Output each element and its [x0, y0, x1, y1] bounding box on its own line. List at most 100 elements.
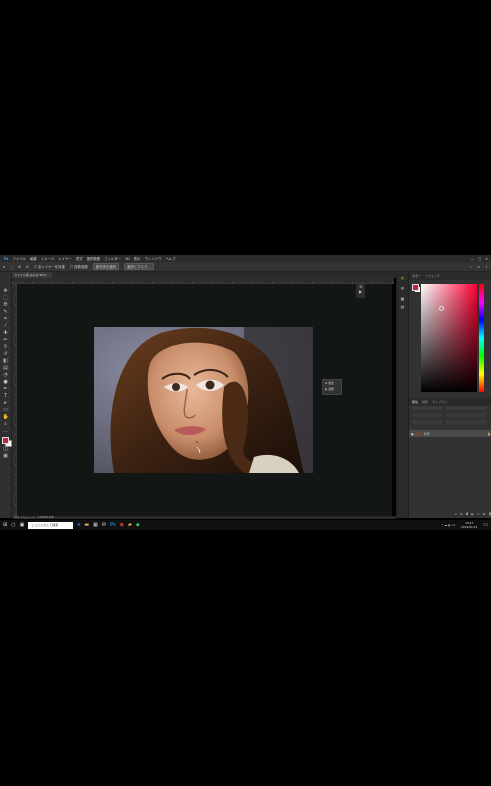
- zoom-tool-icon[interactable]: ⌕: [3, 421, 9, 427]
- opacity-field[interactable]: [446, 413, 487, 417]
- eye-icon[interactable]: ●: [411, 432, 414, 436]
- screen-mode-icon[interactable]: ▣: [3, 453, 9, 459]
- fg-bg-indicator[interactable]: [412, 284, 420, 292]
- marquee-tool-icon[interactable]: ⬚: [3, 295, 9, 301]
- history-brush-icon[interactable]: ↺: [3, 351, 9, 357]
- hue-slider[interactable]: [479, 284, 484, 392]
- system-tray[interactable]: ⌃ ☁ ▮ ♪ A: [441, 523, 455, 527]
- layers-panel-icon[interactable]: ▤: [397, 304, 408, 309]
- gradient-tool-icon[interactable]: ▤: [3, 365, 9, 371]
- mail-icon[interactable]: ✉: [102, 522, 106, 528]
- new-group-icon[interactable]: ▭: [477, 512, 480, 517]
- tab-libraries[interactable]: ライブラリ: [432, 400, 447, 404]
- menu-layer[interactable]: レイヤー: [58, 256, 71, 261]
- clock[interactable]: 16:47 2019/01/15: [459, 521, 479, 529]
- file-explorer-icon[interactable]: ▬: [84, 522, 89, 528]
- workspace-icon[interactable]: ▭: [477, 265, 480, 269]
- eyedropper-tool-icon[interactable]: ⁄: [3, 323, 9, 329]
- chrome-icon[interactable]: ◉: [120, 522, 124, 528]
- foreground-color[interactable]: [1, 437, 9, 444]
- menu-help[interactable]: ヘルプ: [166, 256, 176, 261]
- hand-tool-icon[interactable]: ✋: [3, 414, 9, 420]
- photoshop-taskbar-icon[interactable]: Ps: [110, 522, 116, 528]
- select-subject-button[interactable]: 被写体を選択: [92, 263, 119, 270]
- menu-view[interactable]: 表示: [134, 256, 141, 261]
- menu-type[interactable]: 書式: [76, 256, 83, 261]
- close-icon[interactable]: ✕: [485, 257, 491, 261]
- minimize-icon[interactable]: —: [471, 257, 474, 261]
- healing-brush-icon[interactable]: ✚: [3, 330, 9, 336]
- blend-mode-select[interactable]: [412, 413, 442, 417]
- color-swatches[interactable]: [1, 437, 12, 447]
- tab-adjustments[interactable]: 調整: [422, 400, 428, 404]
- color-picker-field[interactable]: [421, 284, 477, 392]
- color-picker-cursor: [439, 306, 444, 311]
- share-icon[interactable]: ⇪: [485, 265, 491, 269]
- layer-row[interactable]: ● 背景 🔒: [409, 430, 491, 437]
- taskbar-search-input[interactable]: ここに入力して検索: [28, 521, 74, 529]
- store-icon[interactable]: ▦: [93, 522, 98, 528]
- blur-tool-icon[interactable]: ◔: [3, 372, 9, 378]
- folder-icon[interactable]: ▰: [128, 522, 132, 528]
- lasso-tool-icon[interactable]: ϴ: [3, 302, 9, 308]
- auto-enhance-checkbox[interactable]: ☐ 自動強調: [70, 264, 88, 269]
- more-tools-icon[interactable]: …: [3, 428, 9, 434]
- adjustment-layer-icon[interactable]: ◐: [471, 512, 474, 517]
- menu-image[interactable]: イメージ: [41, 256, 55, 261]
- sample-all-layers-checkbox[interactable]: ☐ 全レイヤーを対象: [34, 264, 65, 269]
- maximize-icon[interactable]: □: [478, 257, 481, 261]
- home-icon[interactable]: ⌂: [3, 265, 5, 269]
- right-panels: カラー スウォッチ 属性 調整 ライブラリ ● 背景 🔒 ∞ fx ◘ ◐ ▭ …: [408, 272, 491, 518]
- app-icon[interactable]: ◆: [136, 522, 140, 528]
- rectangle-tool-icon[interactable]: ▭: [3, 407, 9, 413]
- fill-field[interactable]: [446, 420, 487, 424]
- type-tool-icon[interactable]: T: [3, 393, 9, 399]
- color-panel-icon[interactable]: ✕: [397, 276, 408, 282]
- tools-panel-icon[interactable]: ✕: [397, 286, 408, 292]
- tab-properties[interactable]: 属性: [412, 400, 418, 404]
- layers-footer: ∞ fx ◘ ◐ ▭ ⊞ 🗑: [409, 512, 491, 517]
- menu-edit[interactable]: 編集: [30, 256, 37, 261]
- brush-panel-icon[interactable]: ▦: [397, 296, 408, 301]
- edge-icon[interactable]: e: [77, 522, 80, 528]
- select-and-mask-button[interactable]: 選択とマスク...: [124, 263, 154, 270]
- fx-icon[interactable]: fx: [460, 512, 463, 517]
- path-select-icon[interactable]: ▸: [3, 400, 9, 406]
- taskbar: ⊞ ○ ▣ ここに入力して検索 e ▬ ▦ ✉ Ps ◉ ▰ ◆ ⌃ ☁ ▮ ♪…: [0, 520, 491, 530]
- quick-select-tool-icon[interactable]: ◌: [10, 265, 13, 269]
- tab-color[interactable]: カラー: [412, 274, 421, 278]
- adjustments-panel-item[interactable]: ◐ 調整: [323, 386, 341, 392]
- menu-file[interactable]: ファイル: [12, 256, 26, 261]
- subtract-selection-icon[interactable]: ⊖: [26, 265, 29, 269]
- layer-name[interactable]: 背景: [424, 432, 430, 436]
- lock-icons[interactable]: [412, 420, 442, 424]
- brush-tool-icon[interactable]: ✏: [3, 337, 9, 343]
- crop-tool-icon[interactable]: ⌗: [3, 316, 9, 322]
- cortana-icon[interactable]: ○: [11, 522, 15, 528]
- quick-select-icon[interactable]: ✎: [3, 309, 9, 315]
- document-image[interactable]: [94, 327, 313, 473]
- ps-logo-icon[interactable]: Ps: [4, 257, 8, 261]
- play-icon[interactable]: ▶: [356, 289, 365, 294]
- eraser-tool-icon[interactable]: ◧: [3, 358, 9, 364]
- task-view-icon[interactable]: ▣: [20, 522, 25, 528]
- menu-window[interactable]: ウィンドウ: [145, 256, 162, 261]
- layer-kind-filter[interactable]: [412, 406, 442, 410]
- clone-stamp-icon[interactable]: ⚲: [3, 344, 9, 350]
- menu-filter[interactable]: フィルター: [104, 256, 121, 261]
- add-mask-icon[interactable]: ◘: [466, 512, 468, 517]
- new-layer-icon[interactable]: ⊞: [483, 512, 486, 517]
- layer-filter-icons[interactable]: [446, 406, 487, 410]
- status-bar: 50% ドキュメント : 4.69M/4.69M: [12, 516, 396, 519]
- dodge-tool-icon[interactable]: ●: [3, 379, 9, 385]
- add-selection-icon[interactable]: ⊕: [18, 265, 21, 269]
- notification-icon[interactable]: ▭: [483, 522, 491, 528]
- menu-select[interactable]: 選択範囲: [87, 256, 101, 261]
- menu-3d[interactable]: 3D: [125, 257, 130, 261]
- pen-tool-icon[interactable]: ✒: [3, 386, 9, 392]
- windows-start-icon[interactable]: ⊞: [3, 522, 7, 528]
- search-icon[interactable]: ⌕: [470, 265, 472, 269]
- move-tool-icon[interactable]: ✥: [3, 288, 9, 294]
- link-layers-icon[interactable]: ∞: [454, 512, 457, 517]
- tab-swatches[interactable]: スウォッチ: [425, 274, 440, 278]
